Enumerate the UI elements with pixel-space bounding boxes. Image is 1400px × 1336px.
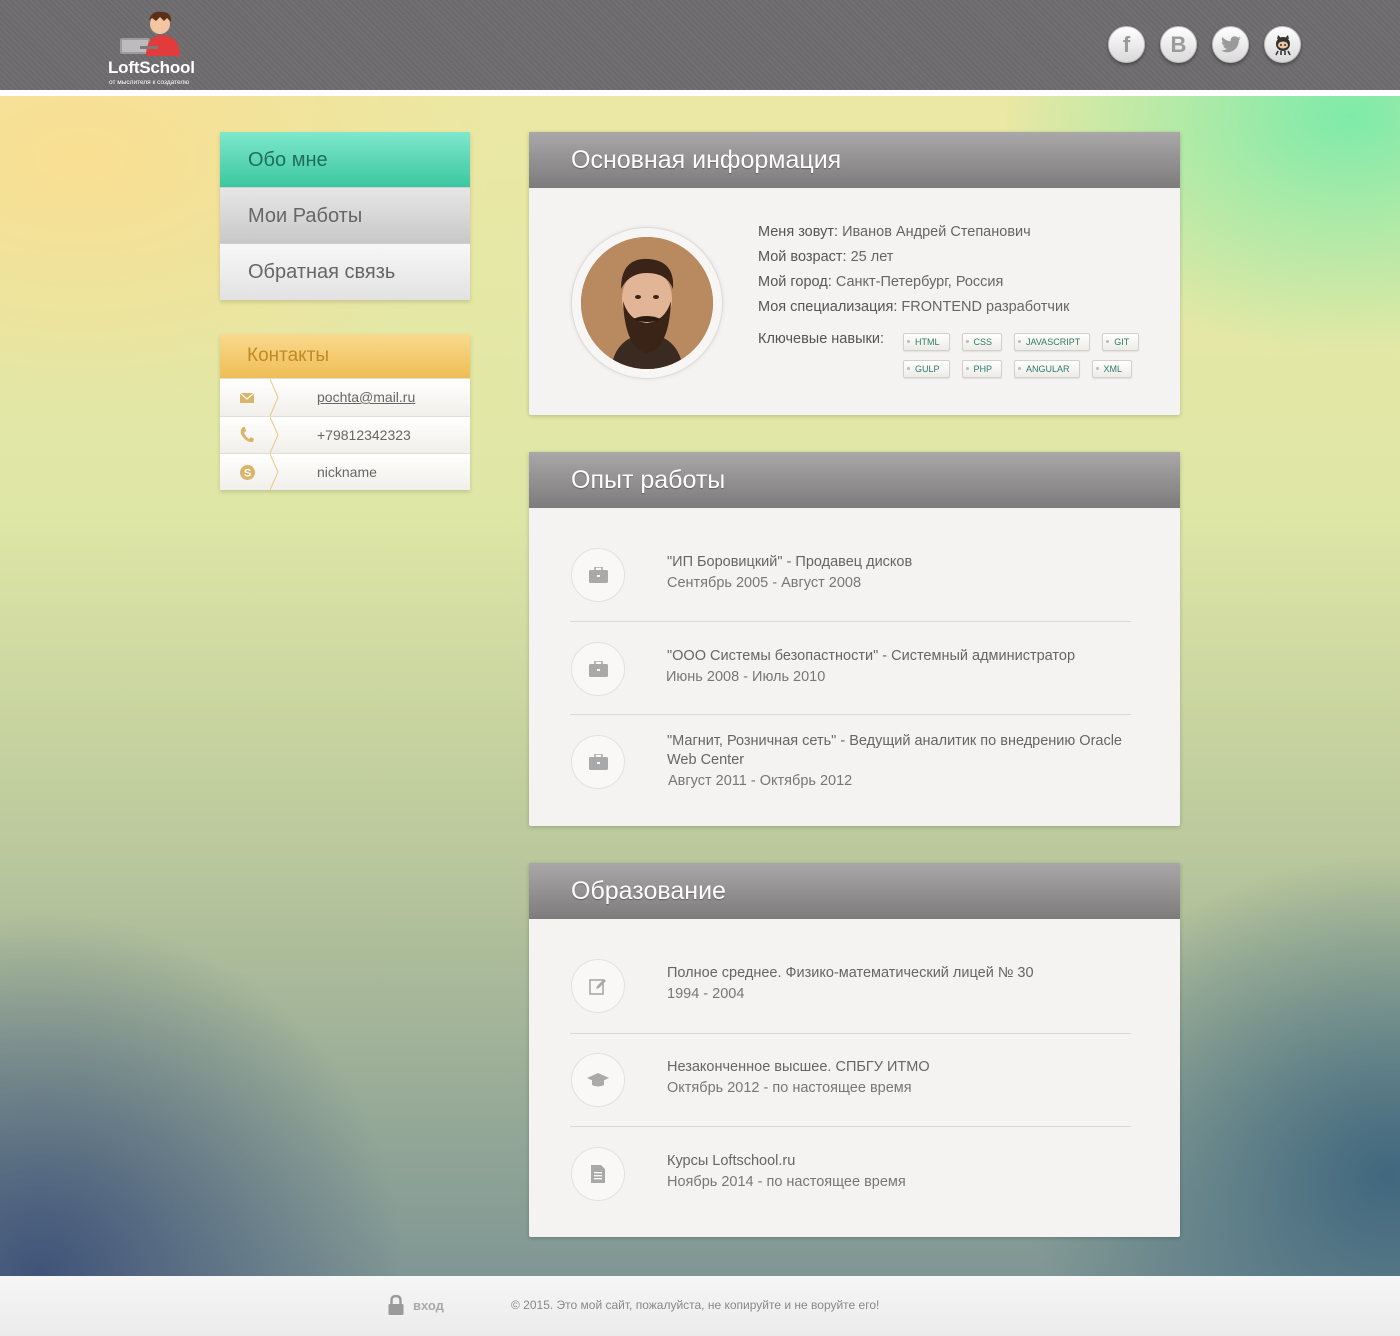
info-row-name: Меня зовут: Иванов Андрей Степанович [758,220,1069,245]
document-icon [571,1147,625,1201]
login-label: вход [413,1297,444,1313]
work-date: Август 2011 - Октябрь 2012 [668,773,853,789]
skill-tag: CSS [961,333,1003,351]
login-link[interactable]: вход [388,1295,444,1315]
skill-tag: JAVASCRIPT [1014,333,1091,351]
pencil-icon [571,959,625,1013]
work-entry: "Магнит, Розничная сеть" - Ведущий анали… [570,733,1131,805]
work-title: "ООО Системы безопастности" - Системный … [667,648,1076,664]
skill-tag: PHP [961,360,1003,378]
contact-phone: +79812342323 [317,427,411,443]
work-date: Сентябрь 2005 - Август 2008 [667,575,862,591]
info-row-city: Мой город: Санкт-Петербург, Россия [758,270,1069,295]
work-panel-title: Опыт работы [529,452,1180,508]
skill-tag: GIT [1102,333,1140,351]
education-date: Октябрь 2012 - по настоящее время [667,1080,912,1096]
copyright: © 2015. Это мой сайт, пожалуйста, не коп… [511,1298,880,1312]
education-entry: Незаконченное высшее. СПБГУ ИТМО Октябрь… [570,1053,1131,1127]
skype-icon: S [220,454,274,490]
lock-icon [388,1295,404,1315]
briefcase-icon [571,735,625,789]
row-divider-arrow [270,454,279,490]
contact-email-row: pochta@mail.ru [220,378,470,416]
contact-skype-row: S nickname [220,453,470,490]
nav-item-feedback[interactable]: Обратная связь [220,244,470,300]
education-panel-title: Образование [529,863,1180,919]
contact-phone-row: +79812342323 [220,416,470,453]
logo-tagline: от мыслителя к создателю [109,79,190,86]
work-date: Июнь 2008 - Июль 2010 [666,669,826,685]
info-label: Мой возраст: [758,249,847,265]
education-title: Курсы Loftschool.ru [667,1153,796,1169]
info-panel-title: Основная информация [529,132,1180,188]
work-entry: "ООО Системы безопастности" - Системный … [570,642,1131,715]
nav-item-works[interactable]: Мои Работы [220,188,470,244]
skill-tag: ANGULAR [1014,360,1080,378]
education-title: Полное среднее. Физико-математический ли… [667,965,1034,981]
logo[interactable]: LoftSchool от мыслителя к создателю [108,8,218,86]
work-entry: "ИП Боровицкий" - Продавец дисков Сентяб… [570,548,1131,622]
info-value: Иванов Андрей Степанович [842,224,1031,240]
avatar [581,237,713,369]
site-header: LoftSchool от мыслителя к создателю f B [0,0,1400,90]
contacts-list: pochta@mail.ru +79812342323 S nickname [220,378,470,490]
contact-email-link[interactable]: pochta@mail.ru [317,379,415,416]
svg-text:S: S [243,467,250,479]
vkontakte-glyph: B [1170,31,1187,57]
row-divider-arrow [270,379,279,416]
info-value: 25 лет [850,249,894,265]
skill-tag: XML [1091,360,1133,378]
nav-item-about[interactable]: Обо мне [220,132,470,188]
info-label: Меня зовут: [758,224,839,240]
main-nav: Обо мне Мои Работы Обратная связь [220,132,470,300]
education-date: 1994 - 2004 [667,986,745,1002]
twitter-icon[interactable] [1212,26,1249,63]
twitter-bird-icon [1220,35,1241,52]
skill-tag: HTML [903,333,950,351]
logo-name: LoftSchool [108,58,195,77]
mail-icon [220,379,274,416]
work-title: "Магнит, Розничная сеть" - Ведущий анали… [667,733,1123,768]
education-entry: Полное среднее. Физико-математический ли… [570,959,1131,1034]
contacts-title: Контакты [220,334,470,378]
avatar-frame [571,227,723,379]
info-value: Санкт-Петербург, Россия [835,274,1004,290]
info-label: Моя специализация: [758,299,898,315]
education-date: Ноябрь 2014 - по настоящее время [667,1174,906,1190]
info-value: FRONTEND разработчик [901,299,1070,315]
info-label: Мой город: [758,274,832,290]
github-icon[interactable] [1264,26,1301,63]
briefcase-icon [571,548,625,602]
vkontakte-icon[interactable]: B [1160,26,1197,63]
logo-mascot-icon [120,11,180,56]
contacts-block: Контакты pochta@mail.ru +79812342323 S n… [220,334,470,490]
education-entry: Курсы Loftschool.ru Ноябрь 2014 - по нас… [570,1147,1131,1207]
facebook-glyph: f [1122,31,1131,57]
briefcase-icon [571,642,625,696]
contact-skype: nickname [317,464,377,480]
info-list: Меня зовут: Иванов Андрей Степанович Мой… [758,220,1069,320]
education-title: Незаконченное высшее. СПБГУ ИТМО [667,1059,930,1075]
social-links: f B [1108,26,1301,63]
avatar-portrait-icon [581,237,713,369]
github-octocat-icon [1274,34,1291,55]
graduation-cap-icon [571,1053,625,1107]
info-row-age: Мой возраст: 25 лет [758,245,1069,270]
skills-list: HTML CSS JAVASCRIPT GIT GULP PHP ANGULAR… [903,333,1143,378]
facebook-icon[interactable]: f [1108,26,1145,63]
info-row-specialization: Моя специализация: FRONTEND разработчик [758,295,1069,320]
phone-icon [220,417,274,453]
skill-tag: GULP [903,360,950,378]
site-footer: вход © 2015. Это мой сайт, пожалуйста, н… [0,1276,1400,1336]
header-divider [0,90,1400,96]
row-divider-arrow [270,417,279,453]
skills-label: Ключевые навыки: [758,331,884,347]
info-panel: Основная информация Меня зовут: Иванов А… [529,132,1180,415]
work-title: "ИП Боровицкий" - Продавец дисков [667,554,913,570]
